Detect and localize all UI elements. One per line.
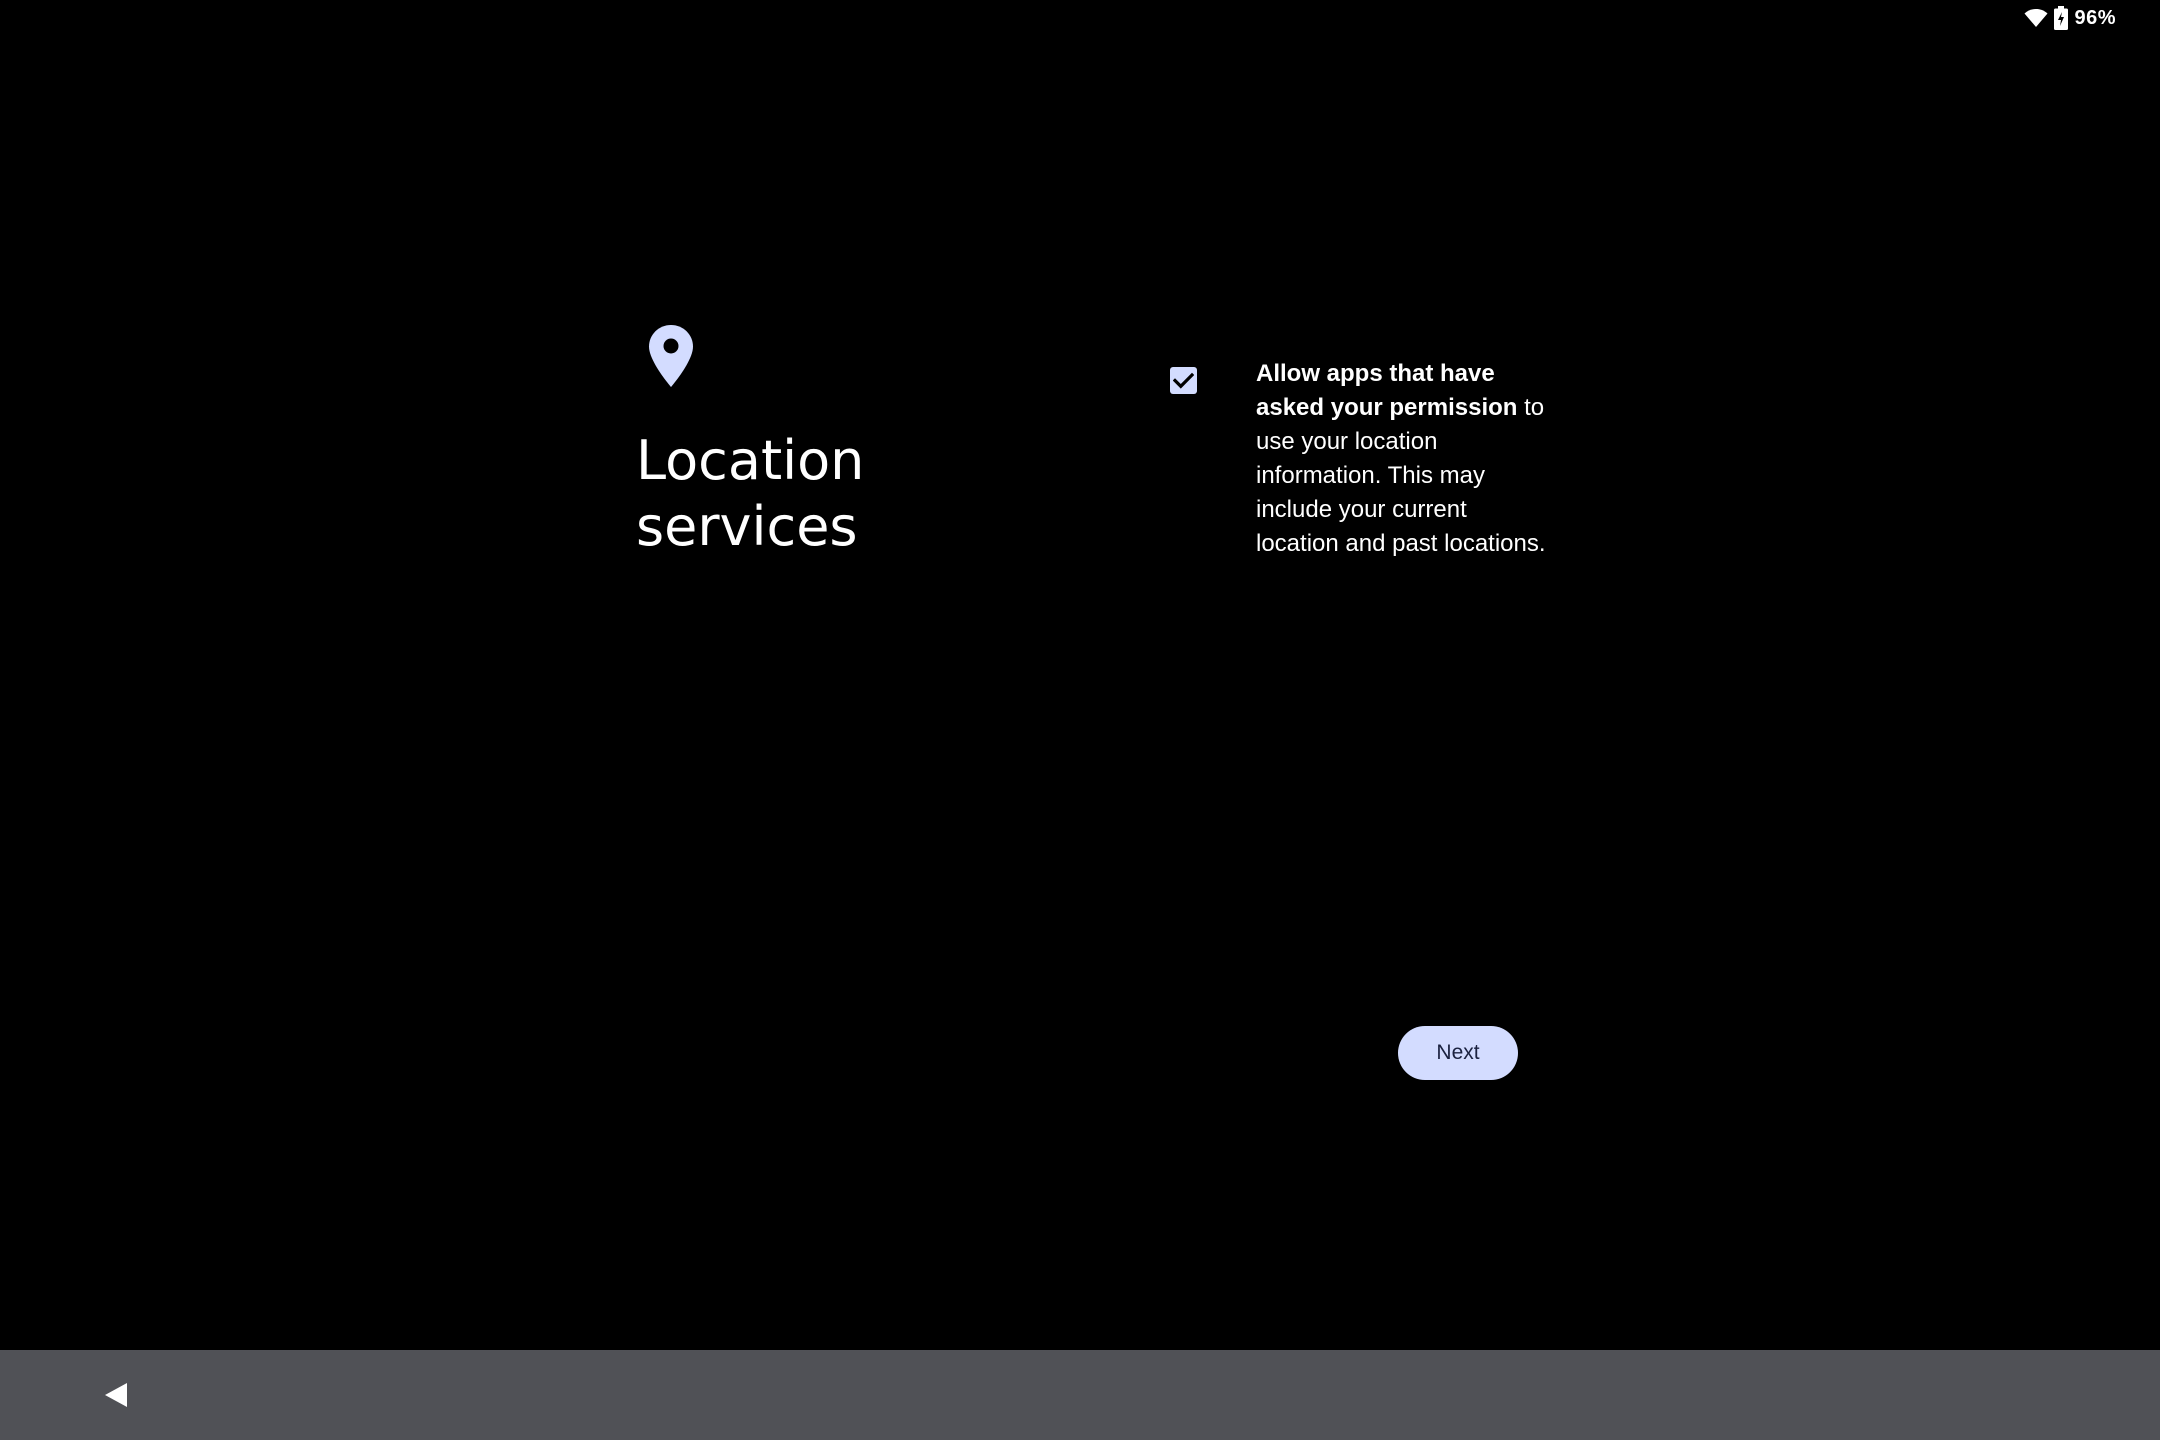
navigation-bar xyxy=(0,1350,2160,1440)
battery-charging-icon xyxy=(2054,6,2069,30)
location-permission-checkbox[interactable] xyxy=(1170,367,1197,394)
back-triangle-icon xyxy=(105,1383,127,1407)
location-pin-icon xyxy=(648,324,694,388)
battery-level: 96% xyxy=(2074,6,2116,29)
status-bar: 96% xyxy=(2024,0,2160,36)
page-title: Location services xyxy=(636,429,865,558)
next-button[interactable]: Next xyxy=(1398,1026,1518,1080)
back-button[interactable] xyxy=(96,1372,136,1418)
permission-description: Allow apps that have asked your permissi… xyxy=(1256,357,1556,561)
checkmark-icon xyxy=(1173,372,1194,389)
permission-description-bold: Allow apps that have asked your permissi… xyxy=(1256,360,1518,421)
wifi-icon xyxy=(2024,8,2048,28)
setup-screen: 96% Location services Allow apps that ha… xyxy=(0,0,2160,1440)
